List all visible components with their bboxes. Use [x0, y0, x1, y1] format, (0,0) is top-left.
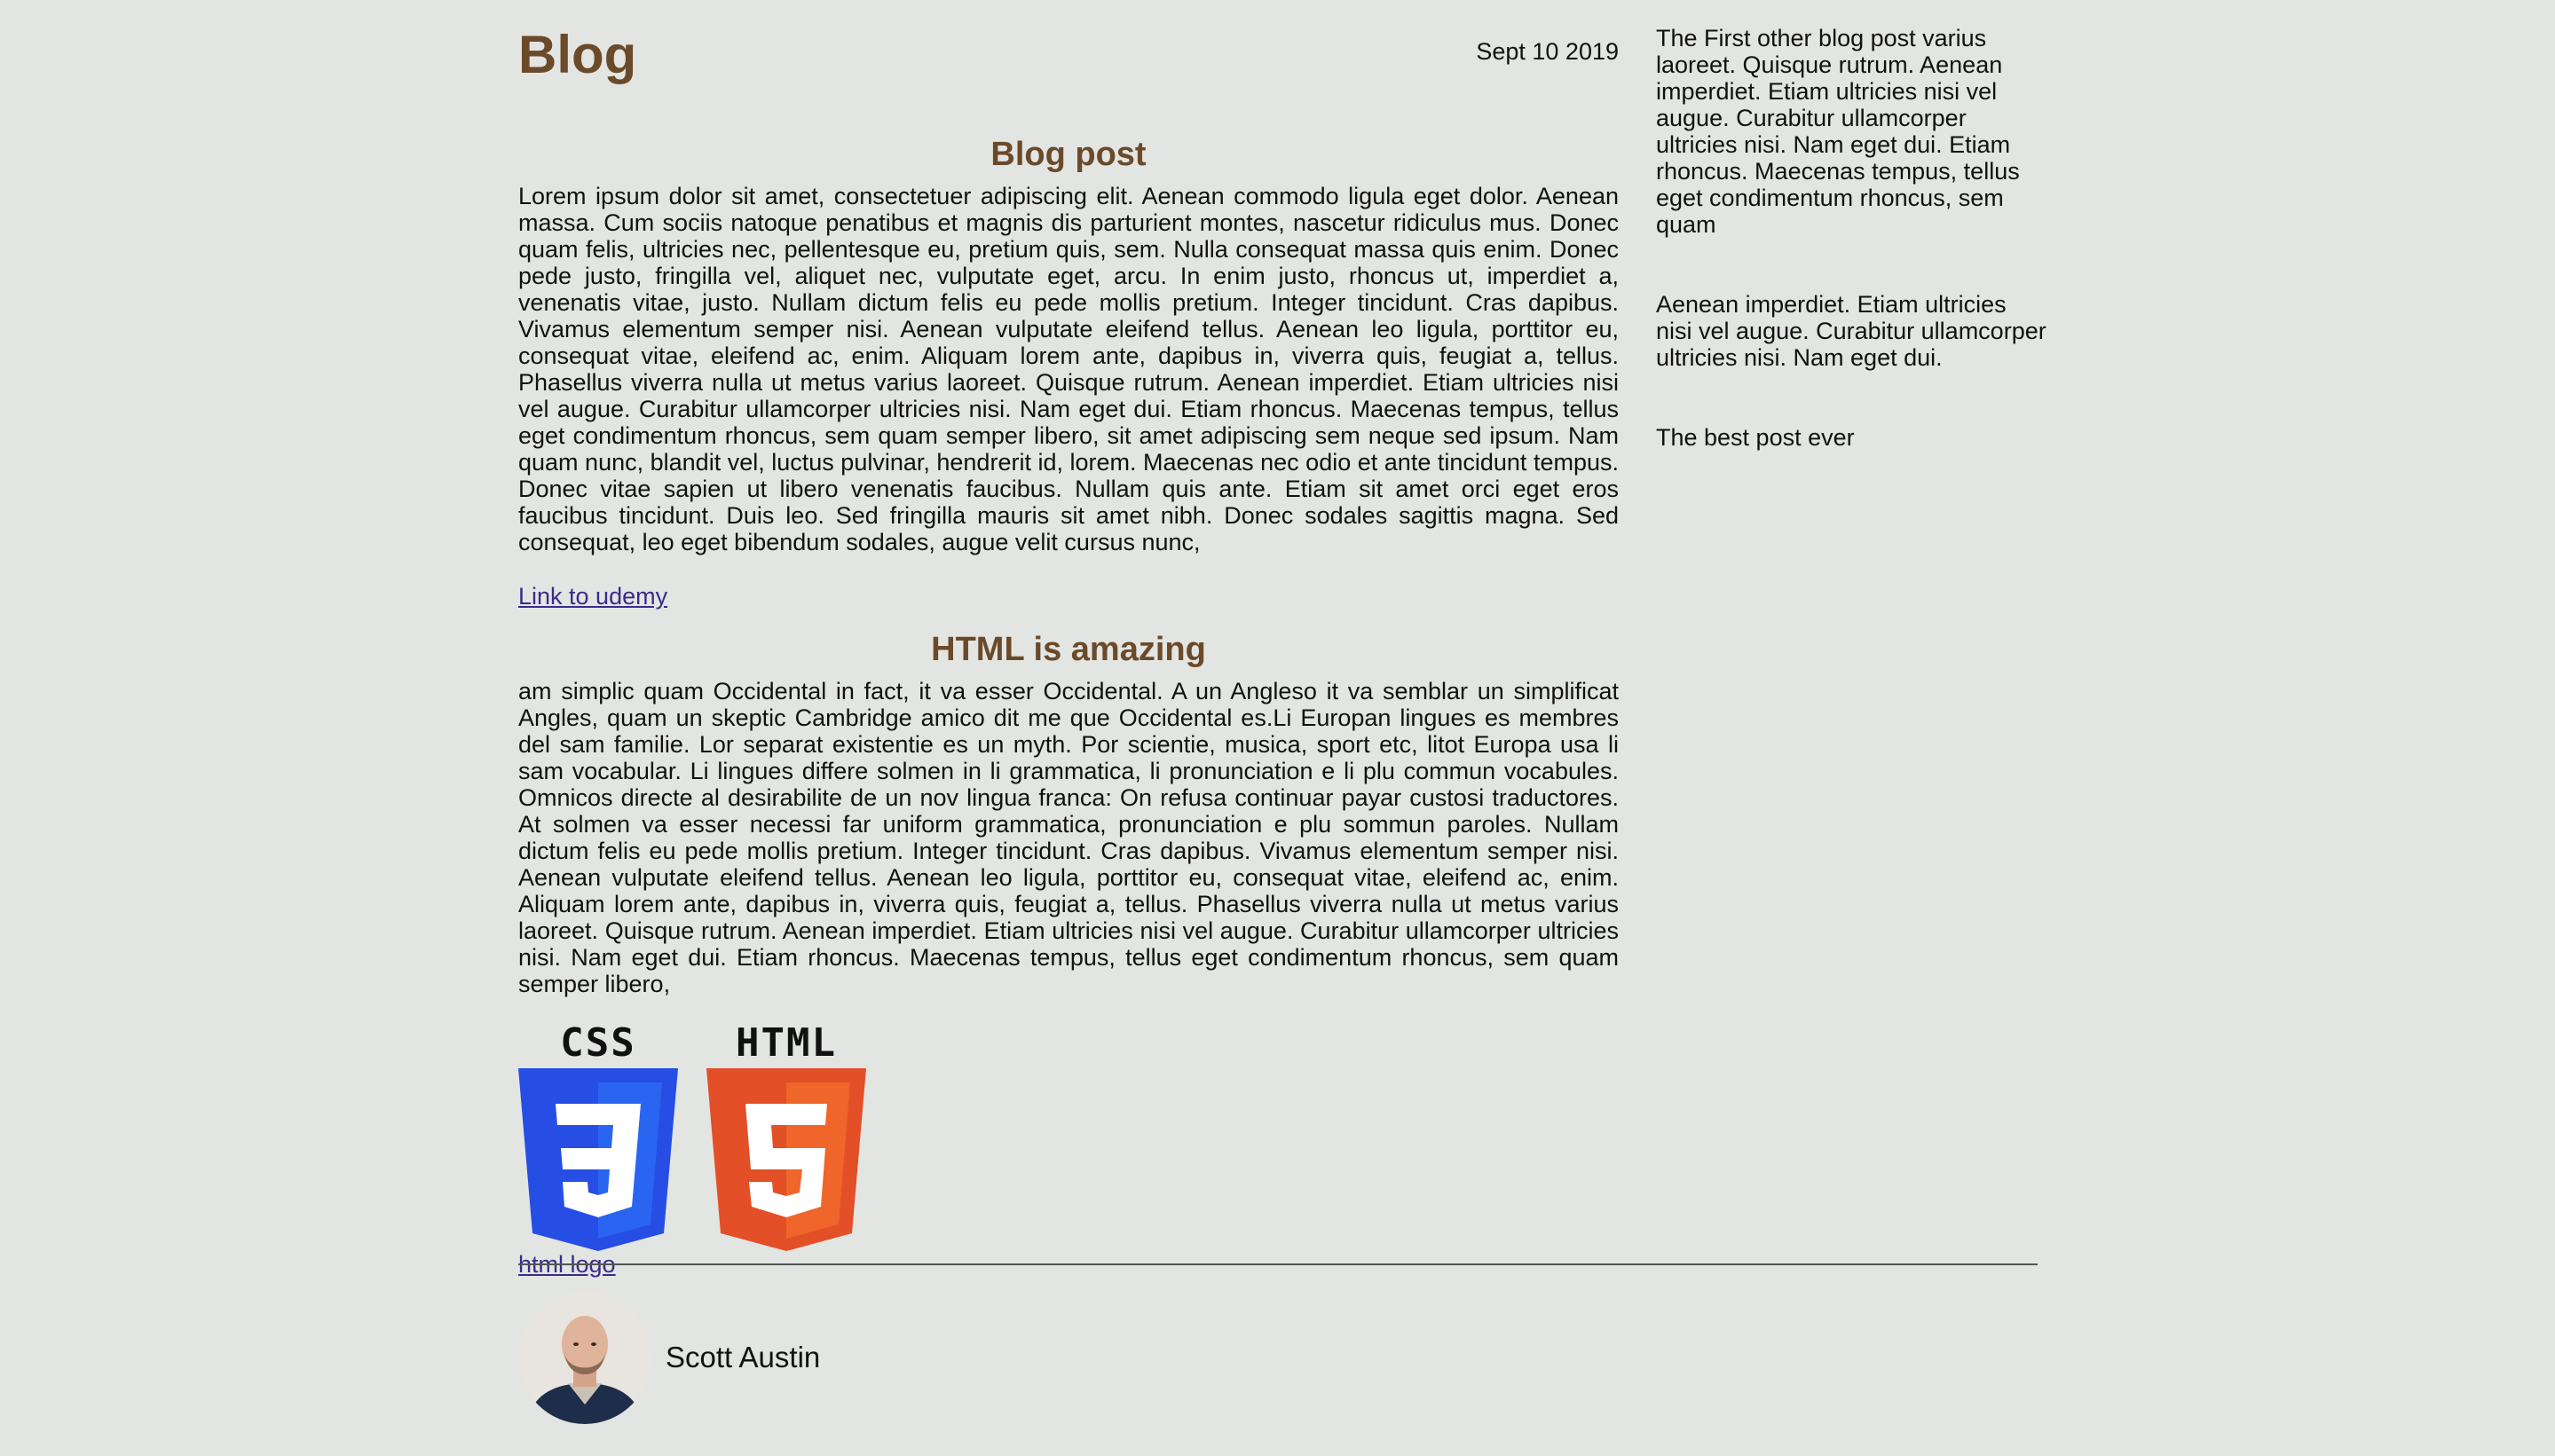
- udemy-link[interactable]: Link to udemy: [518, 582, 667, 610]
- sidebar-post-item: The best post ever: [1656, 424, 1855, 451]
- footer-divider: [518, 1263, 2038, 1265]
- html5-logo: HTML: [706, 1022, 866, 1251]
- page-title: Blog: [518, 25, 637, 84]
- html-logo-word: HTML: [736, 1020, 837, 1066]
- sidebar-post-item: Aenean imperdiet. Etiam ultricies nisi v…: [1656, 291, 2046, 371]
- page: Blog Sept 10 2019 Blog post Lorem ipsum …: [0, 0, 2555, 1456]
- sidebar-post-item: The First other blog post varius laoreet…: [1656, 25, 2020, 238]
- author-footer: Scott Austin: [518, 1291, 820, 1424]
- avatar: [518, 1291, 651, 1424]
- css-logo-word: CSS: [560, 1020, 636, 1066]
- author-name: Scott Austin: [666, 1341, 821, 1373]
- html5-shield-icon: [706, 1068, 866, 1251]
- post-date: Sept 10 2019: [1476, 38, 1619, 65]
- post-body: Lorem ipsum dolor sit amet, consectetuer…: [518, 183, 1619, 555]
- post-title: Blog post: [990, 136, 1147, 173]
- person-avatar-icon: [518, 1291, 651, 1424]
- css3-shield-icon: [518, 1068, 678, 1251]
- logo-row: CSS HTML: [518, 1022, 1619, 1251]
- css3-logo: CSS: [518, 1022, 678, 1251]
- sidebar: The First other blog post varius laoreet…: [1656, 25, 2046, 504]
- header: Blog Sept 10 2019: [518, 27, 1619, 98]
- post-body-html: am simplic quam Occidental in fact, it v…: [518, 678, 1619, 997]
- main-content: Blog Sept 10 2019 Blog post Lorem ipsum …: [518, 27, 1619, 1278]
- post-title-html: HTML is amazing: [931, 631, 1206, 668]
